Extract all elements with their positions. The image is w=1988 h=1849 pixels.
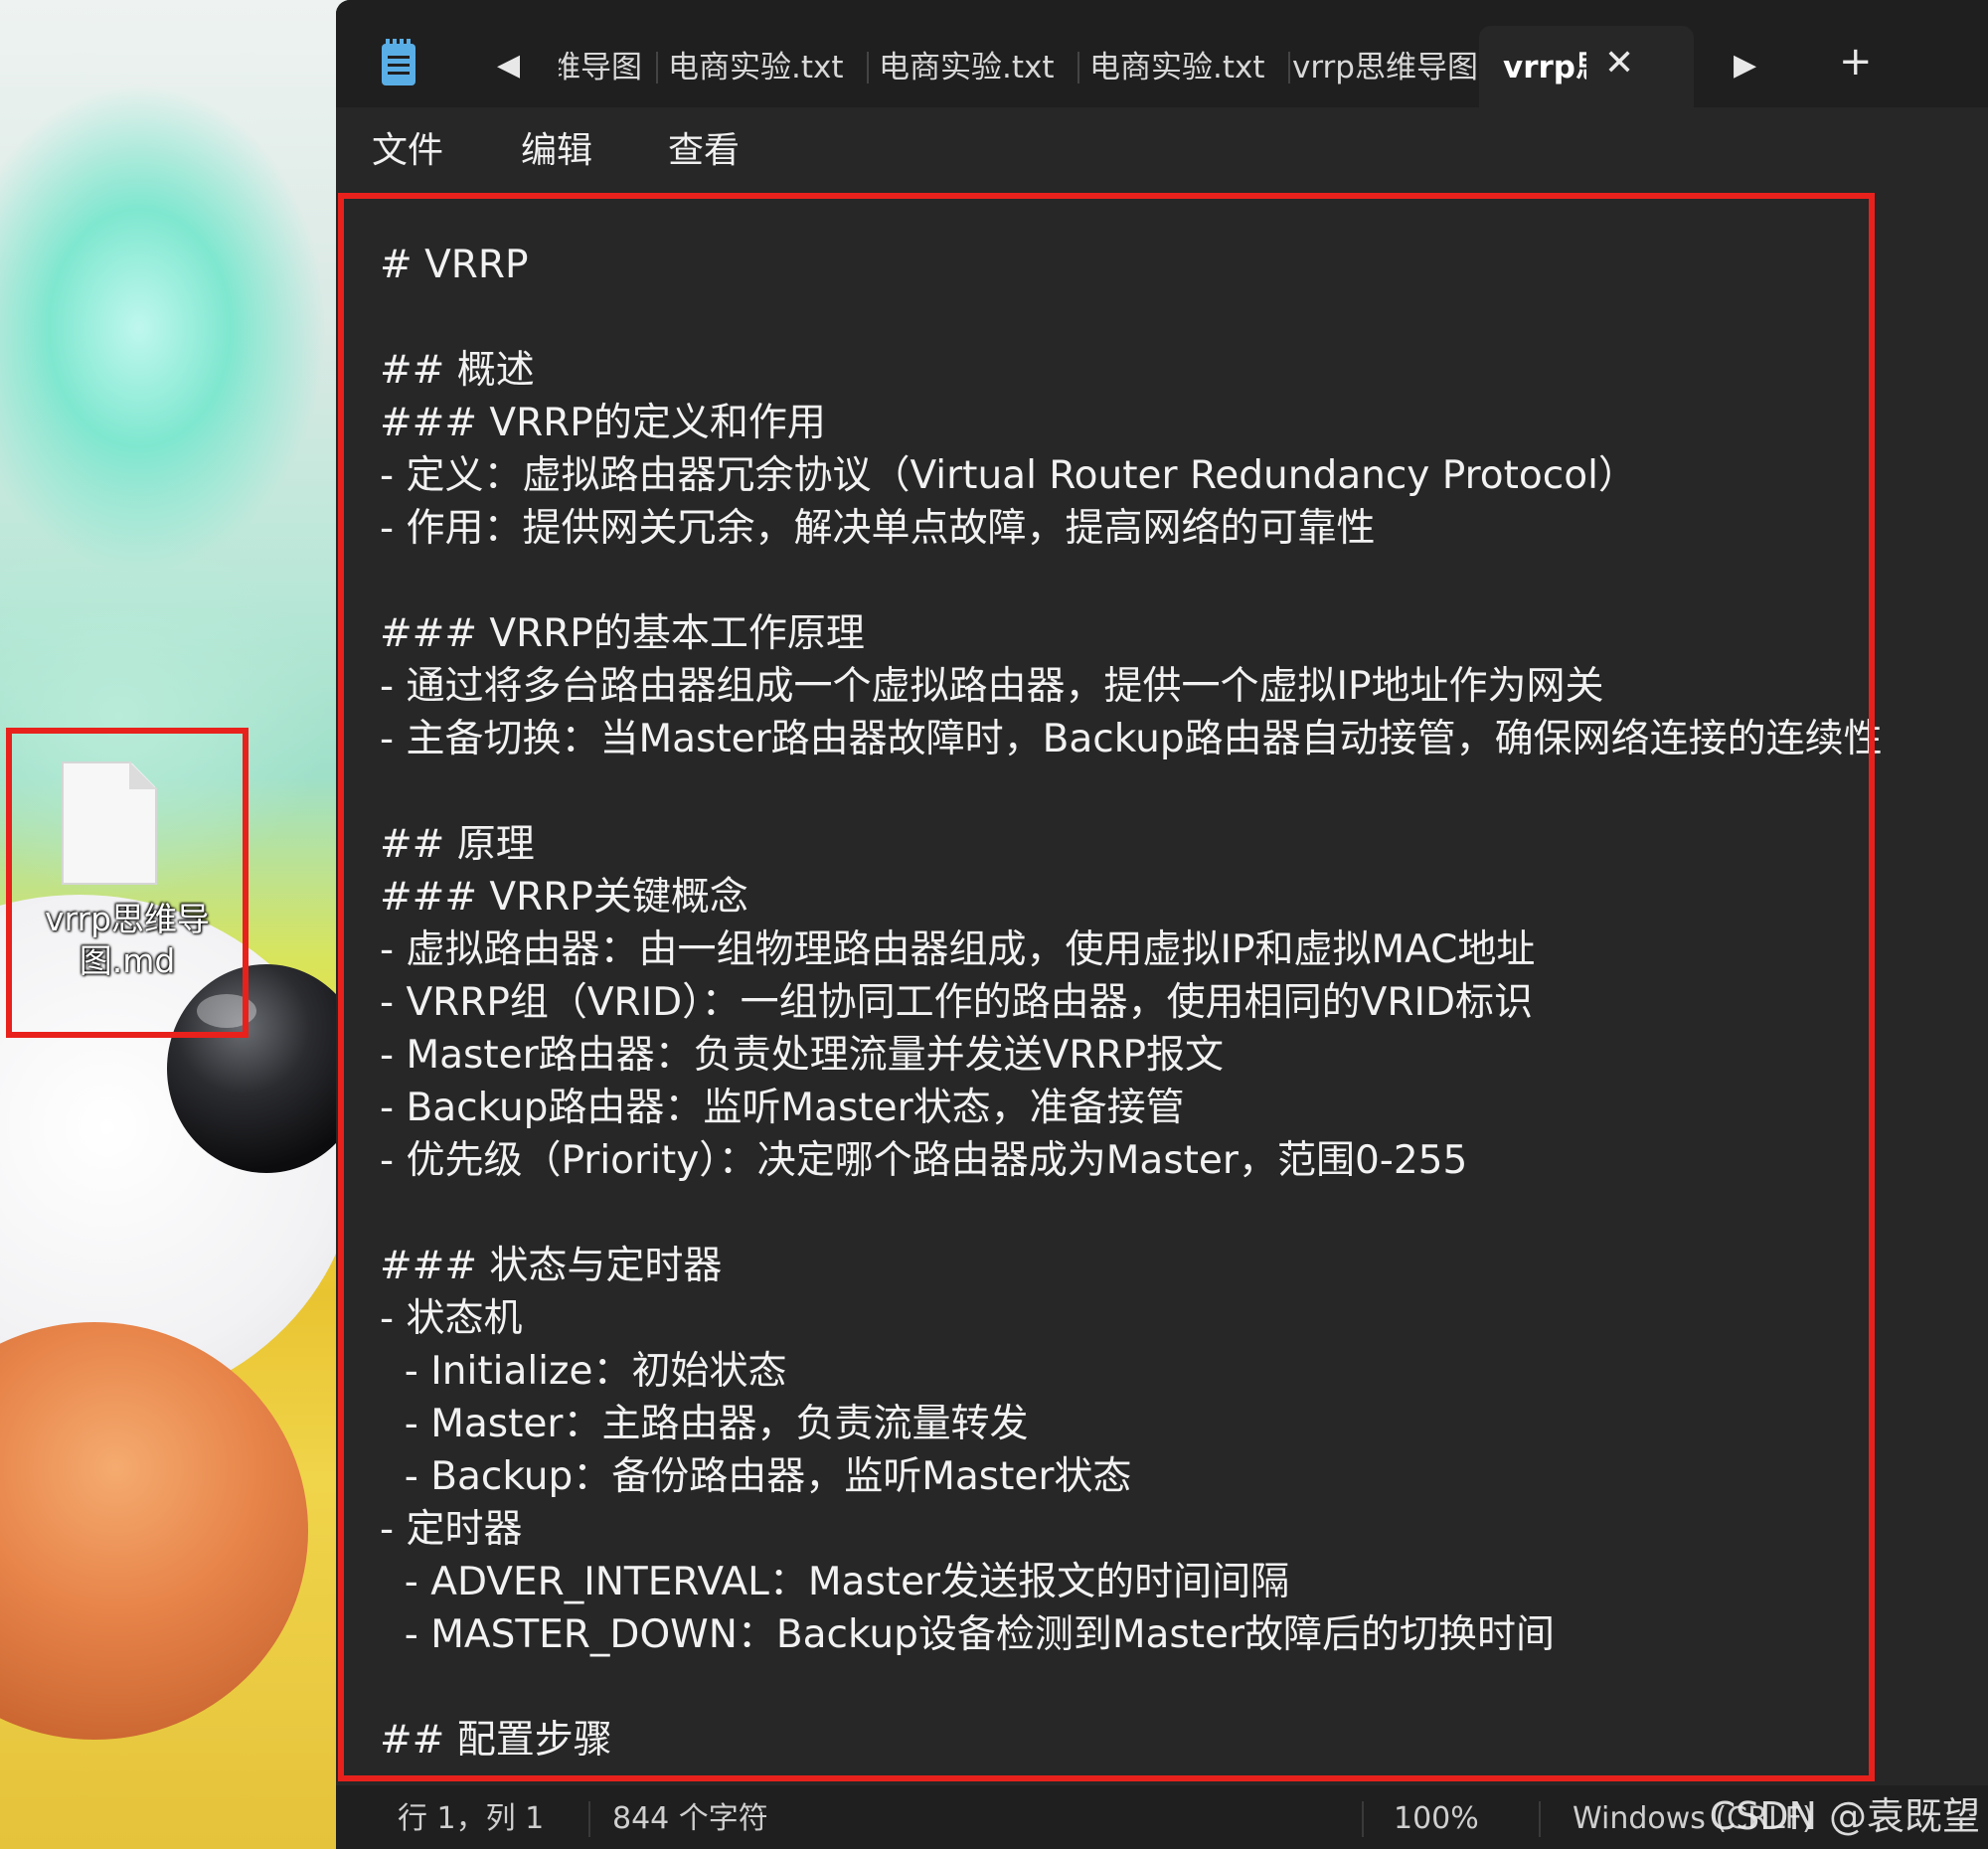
menu-edit[interactable]: 编辑 [521, 129, 592, 173]
tab-divider [656, 52, 658, 84]
tab-label: vrrp思维导图 [559, 50, 642, 85]
tab-label: 电商实验.txt [668, 50, 844, 85]
close-tab-icon[interactable]: ✕ [1604, 44, 1634, 84]
csdn-watermark: CSDN @袁既望 [1709, 1794, 1980, 1838]
tab-ecommerce-2[interactable]: 电商实验.txt [879, 48, 1070, 87]
tab-label: 电商实验.txt [879, 50, 1055, 85]
tab-scroll-left-icon[interactable]: ◀ [497, 46, 520, 85]
menu-file[interactable]: 文件 [372, 129, 443, 173]
new-tab-icon[interactable]: + [1839, 42, 1873, 82]
notepad-window: ◀ vrrp思维导图 电商实验.txt 电商实验.txt 电商实验.txt vr… [336, 0, 1988, 1849]
desktop-file-icon-highlight[interactable]: vrrp思维导 图.md [6, 728, 248, 1038]
tab-divider [867, 52, 869, 84]
desktop-file-label: vrrp思维导 图.md [44, 900, 211, 980]
status-divider [588, 1801, 590, 1837]
menu-view[interactable]: 查看 [668, 129, 740, 173]
desktop-wallpaper: vrrp思维导 图.md [0, 0, 358, 1849]
tab-divider [1288, 52, 1290, 84]
tab-scroll-right-icon[interactable]: ▶ [1734, 46, 1756, 85]
tab-vrrp-mindmap-partial[interactable]: vrrp思维导图 [559, 48, 642, 87]
tab-active-vrrp[interactable]: vrrp思维导图.md ✕ [1479, 26, 1694, 107]
wallpaper-character-beak [0, 1322, 308, 1740]
tab-bar: ◀ vrrp思维导图 电商实验.txt 电商实验.txt 电商实验.txt vr… [336, 0, 1988, 107]
tab-vrrp-mindmap[interactable]: vrrp思维导图 [1292, 48, 1477, 87]
tab-ecommerce-3[interactable]: 电商实验.txt [1089, 48, 1280, 87]
status-divider [1362, 1801, 1364, 1837]
tab-divider [1077, 52, 1079, 84]
text-editor[interactable]: # VRRP ## 概述 ### VRRP的定义和作用 - 定义：虚拟路由器冗余协议（… [336, 193, 1988, 1785]
tab-ecommerce-1[interactable]: 电商实验.txt [668, 48, 859, 87]
notepad-app-icon [382, 39, 415, 85]
tab-label: vrrp思维导图 [1292, 50, 1477, 85]
content-highlight-box [338, 193, 1875, 1781]
active-tab-label: vrrp思维导图.md [1503, 50, 1586, 85]
status-divider [1539, 1801, 1541, 1837]
menu-bar: 文件 编辑 查看 [336, 107, 1988, 193]
tab-label: 电商实验.txt [1089, 50, 1265, 85]
status-char-count: 844 个字符 [612, 1801, 768, 1836]
status-cursor-position: 行 1，列 1 [398, 1801, 545, 1836]
status-zoom: 100% [1394, 1801, 1479, 1836]
